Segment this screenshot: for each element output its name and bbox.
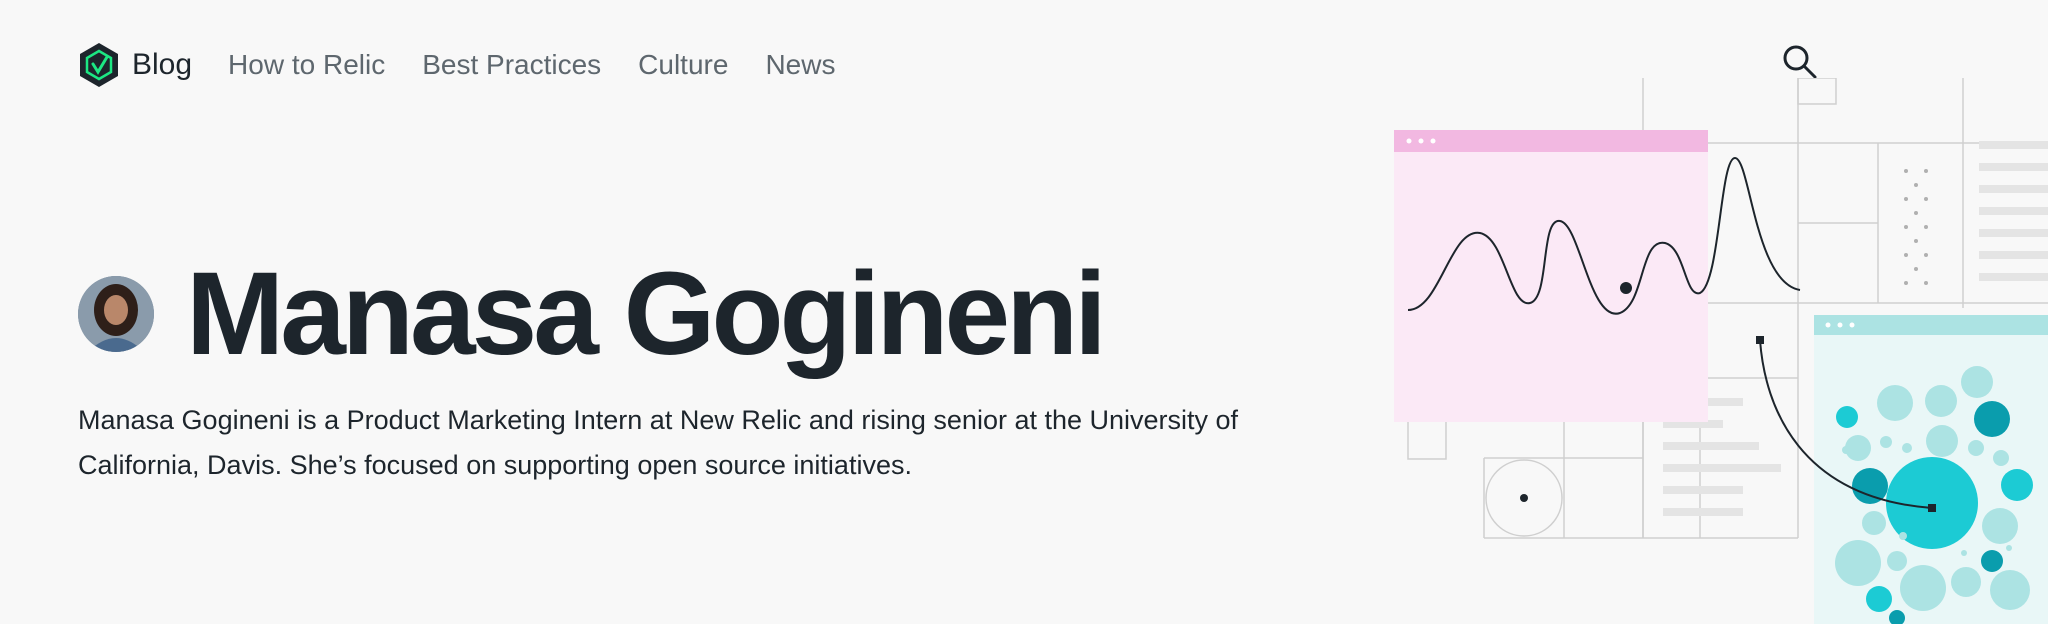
blog-logo-link[interactable]: Blog	[78, 42, 192, 88]
search-button[interactable]	[1782, 44, 1818, 80]
author-avatar-image	[78, 276, 154, 352]
author-name: Manasa Gogineni	[186, 248, 1107, 380]
nav-link-culture[interactable]: Culture	[638, 49, 728, 81]
author-bio: Manasa Gogineni is a Product Marketing I…	[78, 405, 1239, 480]
author-header: Manasa Gogineni	[78, 248, 1107, 380]
nav-link-best-practices[interactable]: Best Practices	[422, 49, 601, 81]
author-avatar	[78, 276, 154, 352]
hero-illustration	[1380, 78, 2048, 624]
new-relic-logo-icon	[80, 43, 118, 87]
nav-link-news[interactable]: News	[765, 49, 835, 81]
blog-logo-label: Blog	[132, 48, 193, 81]
nav-link-how-to-relic[interactable]: How to Relic	[228, 49, 385, 81]
nav-links: How to Relic Best Practices Culture News	[228, 49, 872, 81]
search-icon	[1783, 45, 1817, 79]
decorative-illustration	[1394, 78, 2048, 624]
top-navigation: Blog How to Relic Best Practices Culture…	[78, 40, 872, 90]
